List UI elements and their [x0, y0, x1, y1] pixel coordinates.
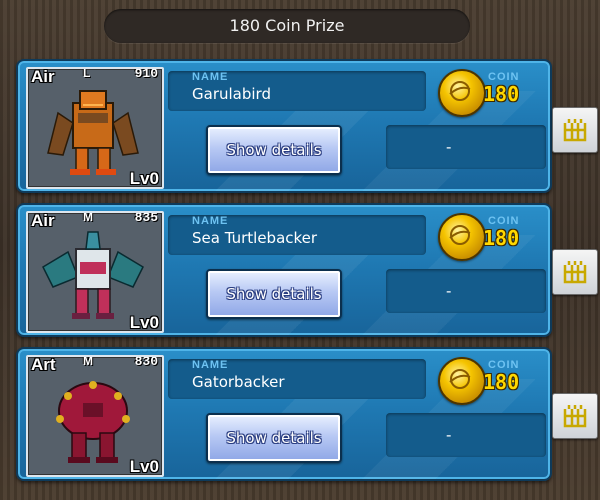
name-box: NAME Sea Turtlebacker — [168, 215, 426, 255]
unit-name: Sea Turtlebacker — [192, 229, 318, 247]
coin-value: 180 — [483, 82, 520, 106]
crimson-mech-portrait — [56, 381, 130, 463]
name-caption: NAME — [192, 359, 229, 371]
unit-power-label: 830 — [134, 355, 158, 369]
unit-level-label: Lv0 — [129, 313, 159, 332]
coin-value: 180 — [483, 226, 520, 250]
side-button-1[interactable] — [552, 107, 598, 153]
teal-winged-mech-portrait — [42, 231, 144, 319]
orange-bird-mech-portrait — [47, 90, 139, 175]
show-details-button[interactable]: Show details — [206, 269, 342, 319]
grid-building-icon — [563, 119, 587, 142]
unit-type-label: Art — [31, 355, 56, 374]
prize-header: 180 Coin Prize — [104, 9, 470, 43]
value-box: - — [386, 125, 546, 169]
name-box: NAME Gatorbacker — [168, 359, 426, 399]
unit-power-label: 835 — [134, 211, 158, 225]
unit-portrait: Air L 910 Lv0 — [26, 67, 164, 189]
unit-size-label: M — [83, 355, 93, 368]
side-button-3[interactable] — [552, 393, 598, 439]
unit-level-label: Lv0 — [129, 457, 159, 476]
unit-card-3: Art M 830 Lv0 NAME Gatorbacker COIN 180 … — [16, 347, 552, 481]
unit-size-label: M — [83, 211, 93, 224]
name-caption: NAME — [192, 215, 229, 227]
coin-value: 180 — [483, 370, 520, 394]
unit-card-1: Air L 910 Lv0 NAME Garulabird COIN 180 S… — [16, 59, 552, 193]
show-details-button[interactable]: Show details — [206, 413, 342, 463]
unit-card-2: Air M 835 Lv0 NAME Sea Turtlebacker COIN… — [16, 203, 552, 337]
name-box: NAME Garulabird — [168, 71, 426, 111]
grid-building-icon — [563, 261, 587, 284]
show-details-button[interactable]: Show details — [206, 125, 342, 175]
unit-name: Garulabird — [192, 85, 271, 103]
side-button-2[interactable] — [552, 249, 598, 295]
unit-type-label: Air — [31, 211, 55, 230]
coin-icon — [438, 357, 486, 405]
coin-icon — [438, 213, 486, 261]
unit-name: Gatorbacker — [192, 373, 285, 391]
unit-portrait: Art M 830 Lv0 — [26, 355, 164, 477]
grid-building-icon — [563, 405, 587, 428]
value-box: - — [386, 413, 546, 457]
unit-portrait: Air M 835 Lv0 — [26, 211, 164, 333]
name-caption: NAME — [192, 71, 229, 83]
unit-size-label: L — [83, 67, 91, 80]
coin-icon — [438, 69, 486, 117]
value-box: - — [386, 269, 546, 313]
unit-type-label: Air — [31, 67, 55, 86]
unit-level-label: Lv0 — [129, 169, 159, 188]
unit-power-label: 910 — [134, 67, 158, 81]
